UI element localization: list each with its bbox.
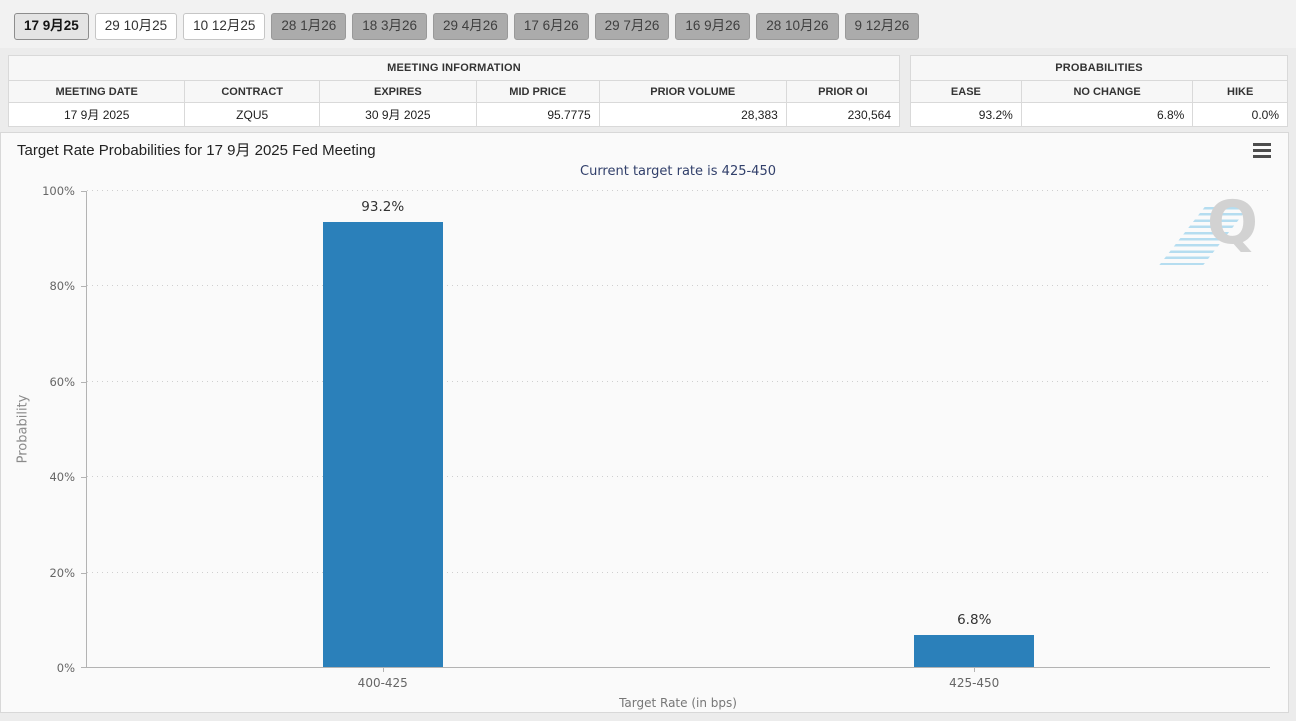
x-tick-label: 425-450 <box>949 676 1000 690</box>
gridline <box>87 571 1270 573</box>
meeting_info_table-cell: 17 9月 2025 <box>7 102 186 127</box>
chart-title: Target Rate Probabilities for 17 9月 2025… <box>17 142 376 159</box>
chart-menu-icon[interactable] <box>1253 143 1271 158</box>
chart-panel: Target Rate Probabilities for 17 9月 2025… <box>0 132 1289 713</box>
probabilities_table-cell: 0.0% <box>1192 102 1288 127</box>
meeting_info_table-column-header: PRIOR VOLUME <box>598 80 787 103</box>
meeting_info_table-cell: 230,564 <box>785 102 901 127</box>
bar-value-label: 6.8% <box>957 611 992 628</box>
y-axis-tick <box>81 191 87 192</box>
meeting-tab-bar: 17 9月25 29 10月25 10 12月25 28 1月26 18 3月26 29 … <box>0 0 1296 48</box>
fedwatch-page: 17 9月25 29 10月25 10 12月25 28 1月26 18 3月26 29 … <box>0 0 1296 721</box>
x-axis-title: Target Rate (in bps) <box>619 696 737 710</box>
bar-value-label: 93.2% <box>361 199 405 216</box>
y-tick-label: 100% <box>42 184 75 198</box>
y-tick-label: 80% <box>49 279 75 294</box>
y-axis-tick <box>81 667 87 668</box>
meeting-tab-10[interactable]: 9 12月26 <box>844 13 920 40</box>
meeting_info_table-column-header: MID PRICE <box>475 80 600 103</box>
quikstrike-watermark: Q <box>1159 193 1258 267</box>
y-axis-tick <box>81 572 87 574</box>
meeting_info_table-column-header: MEETING DATE <box>7 80 186 103</box>
y-axis-tick <box>81 477 87 479</box>
probabilities-table: PROBABILITIES EASE NO CHANGE HIKE 93.2% 6.8% 0… <box>910 55 1288 127</box>
probability-bar-400-425[interactable] <box>322 222 443 667</box>
y-tick-label: 40% <box>49 470 75 485</box>
gridline <box>87 476 1270 478</box>
x-axis-tick <box>382 667 384 672</box>
y-tick-label: 60% <box>49 374 75 389</box>
probabilities_table-column-header: NO CHANGE <box>1020 80 1194 103</box>
watermark-q-logo: Q <box>1206 188 1258 258</box>
x-tick-label: 400-425 <box>357 676 408 690</box>
meeting-tab-9[interactable]: 28 10月26 <box>756 13 839 40</box>
meeting-tab-0[interactable]: 17 9月25 <box>14 13 89 40</box>
meeting-tab-3[interactable]: 28 1月26 <box>271 13 347 40</box>
meeting-tab-7[interactable]: 29 7月26 <box>594 13 670 40</box>
meeting_info_table-column-header: EXPIRES <box>318 80 477 103</box>
menu-bar <box>1253 155 1271 158</box>
probabilities_table-column-header: HIKE <box>1192 80 1288 103</box>
probability-bar-425-450[interactable] <box>914 634 1035 667</box>
meeting_info_table-cell: ZQU5 <box>184 102 320 127</box>
meeting-tab-4[interactable]: 18 3月26 <box>352 13 428 40</box>
y-axis-title: Probability <box>15 394 31 464</box>
meeting-tab-8[interactable]: 16 9月26 <box>675 13 751 40</box>
meeting_info_table-column-header: CONTRACT <box>184 80 320 103</box>
probabilities_table-column-header: EASE <box>910 80 1022 103</box>
meeting-tab-5[interactable]: 29 4月26 <box>433 13 508 40</box>
probabilities_table-group-header: PROBABILITIES <box>910 55 1288 81</box>
probabilities_table-cell: 93.2% <box>910 102 1022 127</box>
chart-subtitle: Current target rate is 425-450 <box>580 164 776 179</box>
y-tick-label: 0% <box>56 661 75 675</box>
watermark-stripes-icon <box>1159 207 1249 265</box>
probabilities_table-cell: 6.8% <box>1020 102 1194 127</box>
meeting-info-table: MEETING INFORMATION MEETING DATE CONTRACT E… <box>7 55 901 127</box>
menu-bar <box>1253 143 1271 146</box>
meeting-tab-2[interactable]: 10 12月25 <box>183 13 266 40</box>
y-axis-tick <box>81 381 87 383</box>
plot-area: Q 0% 20% 40% 60% 80% 100% 93.2% 400-425 6.8% 425-… <box>42 184 1270 690</box>
x-axis-tick <box>974 667 976 672</box>
meeting-tab-1[interactable]: 29 10月25 <box>94 13 178 40</box>
gridline <box>87 285 1270 287</box>
y-axis-tick <box>81 286 87 288</box>
gridline <box>87 380 1270 382</box>
info-tables-row: MEETING INFORMATION MEETING DATE CONTRACT E… <box>7 55 1288 127</box>
meeting_info_table-column-header: PRIOR OI <box>785 80 901 103</box>
gridline <box>87 190 1270 192</box>
y-tick-label: 20% <box>49 565 75 580</box>
meeting_info_table-cell: 95.7775 <box>475 102 600 127</box>
meeting_info_table-cell: 28,383 <box>598 102 787 127</box>
meeting-tab-6[interactable]: 17 6月26 <box>513 13 589 40</box>
meeting_info_table-group-header: MEETING INFORMATION <box>8 55 900 81</box>
meeting_info_table-cell: 30 9月 2025 <box>318 102 477 127</box>
menu-bar <box>1253 149 1271 152</box>
